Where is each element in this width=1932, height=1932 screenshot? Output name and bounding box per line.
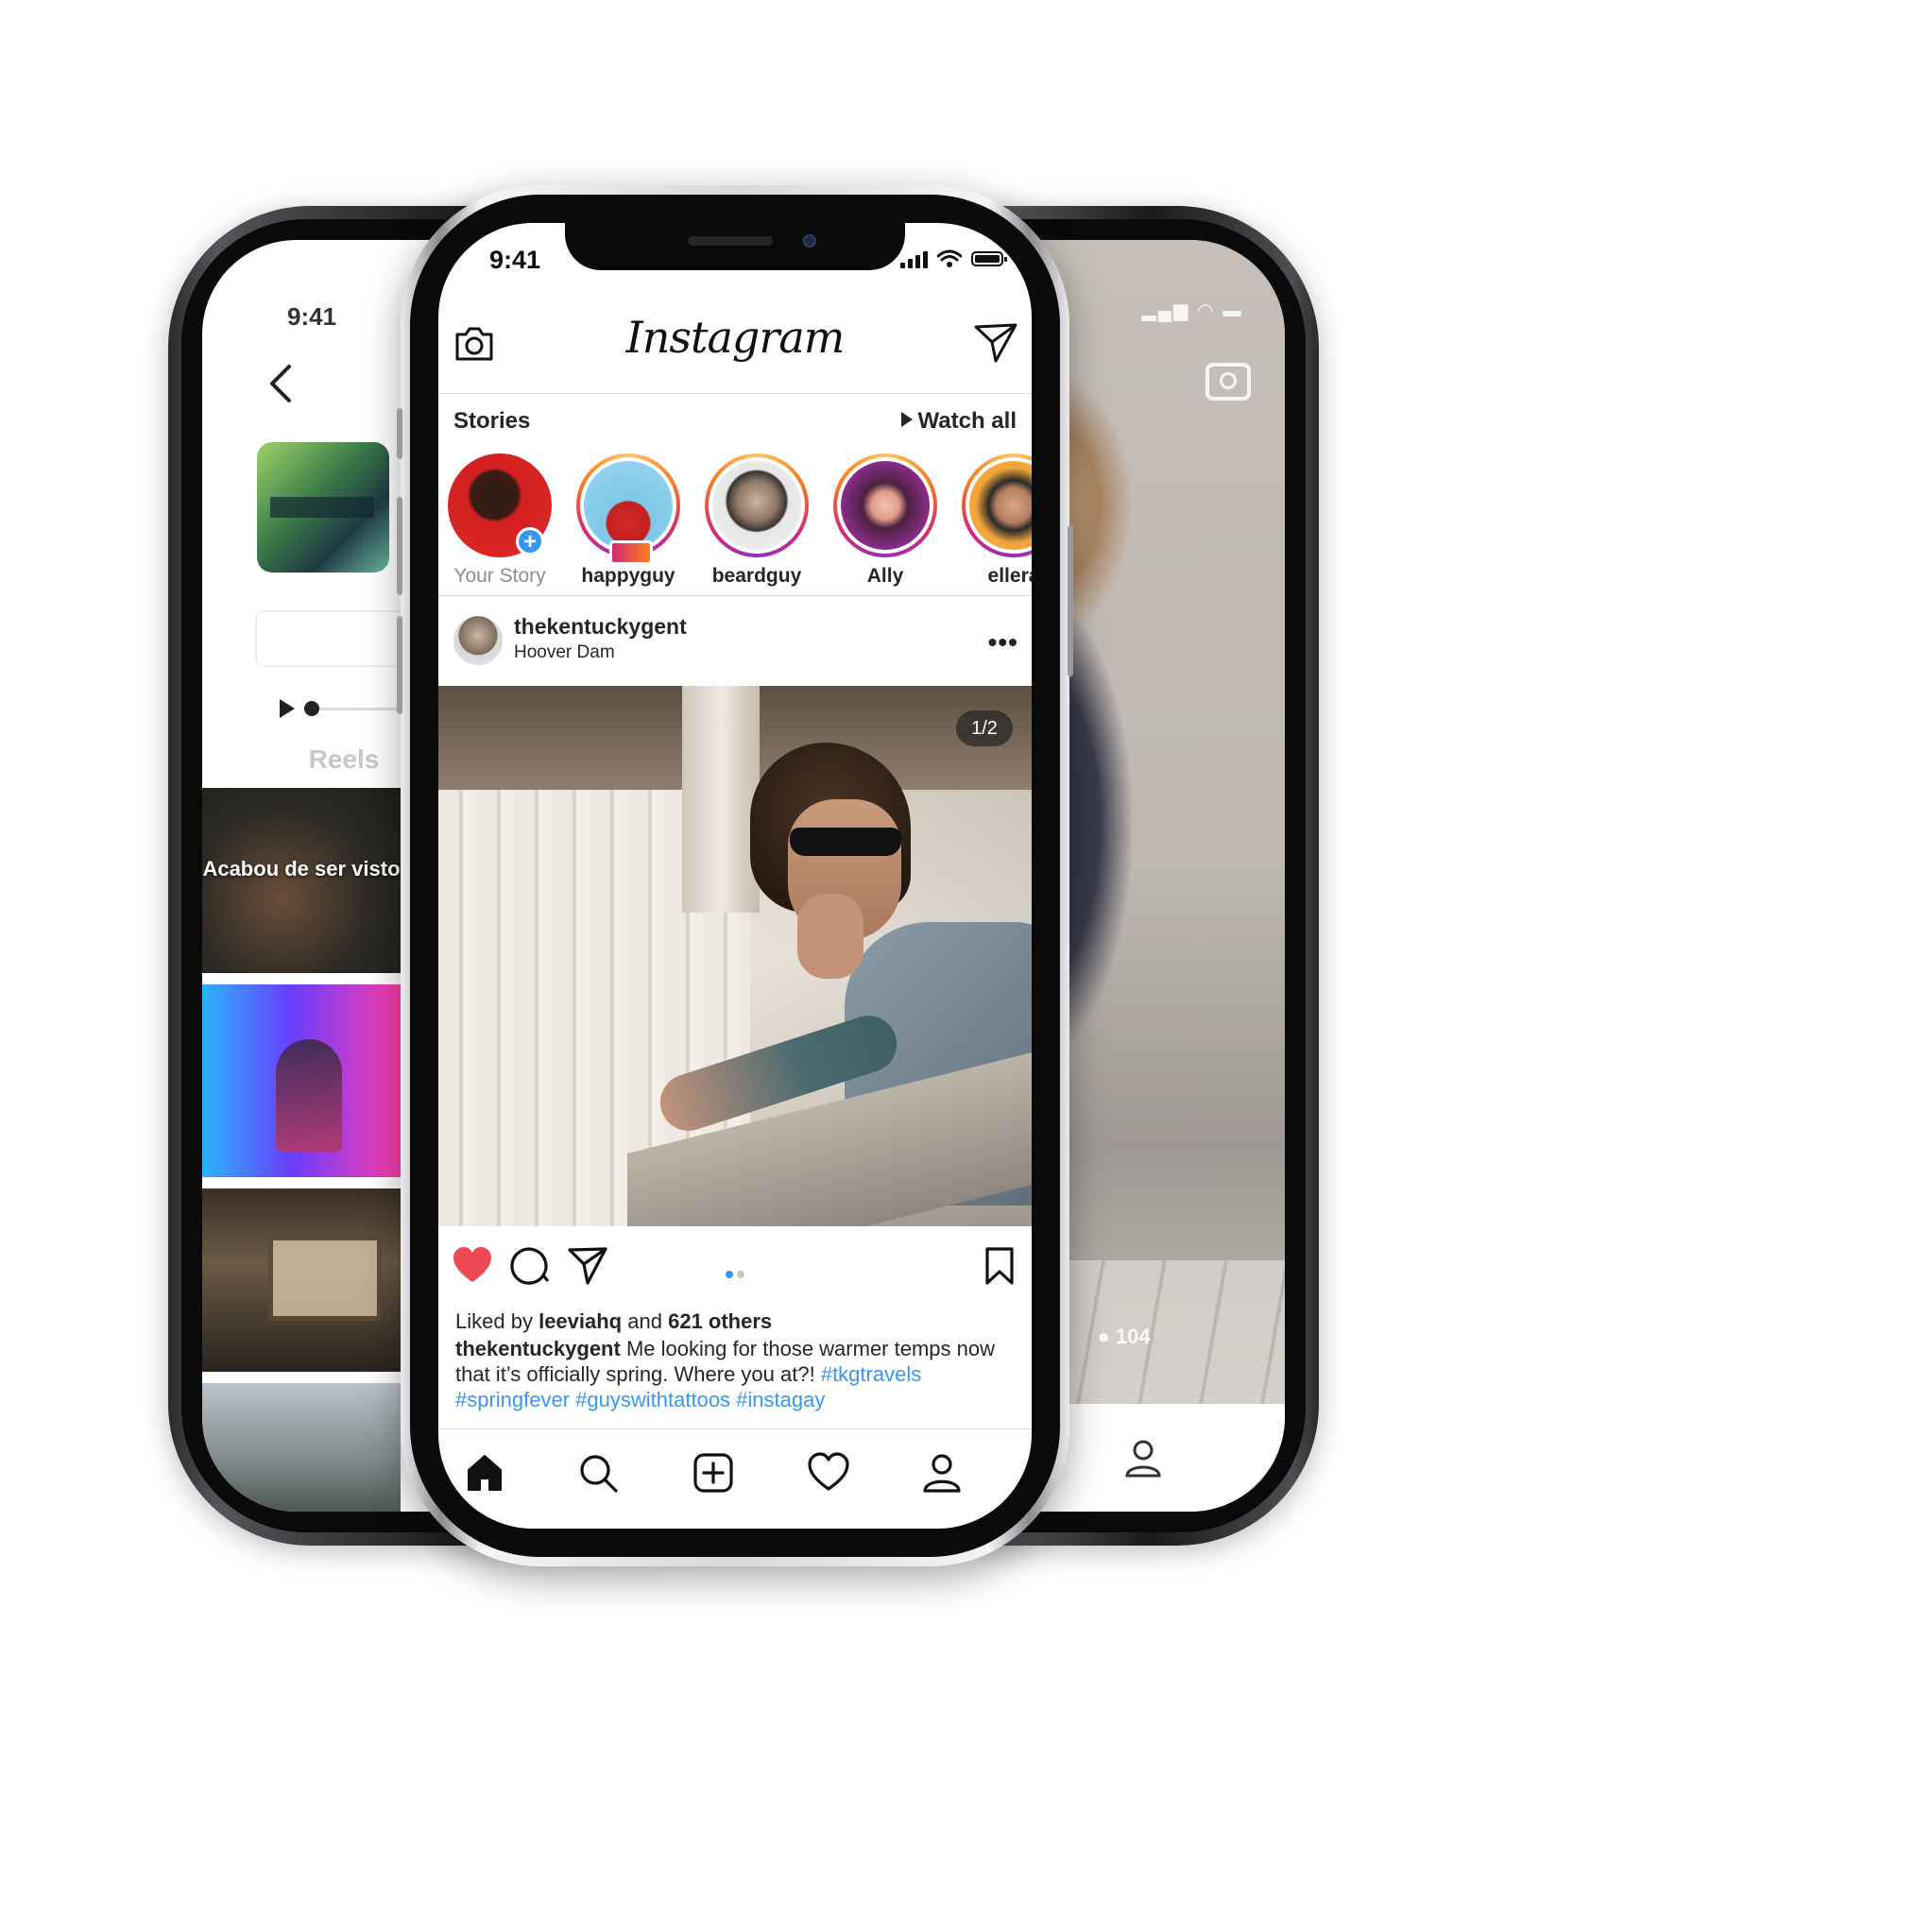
volume-down-button — [397, 616, 402, 714]
caption-username[interactable]: thekentuckygent — [455, 1337, 621, 1360]
ally-avatar — [841, 461, 930, 550]
story-name: ellera — [987, 565, 1032, 587]
story-ring — [576, 453, 680, 565]
ellera-avatar — [969, 461, 1032, 550]
notch — [565, 223, 905, 270]
liked-by-user[interactable]: leeviahq — [539, 1309, 622, 1333]
liked-by-and: and — [627, 1309, 662, 1333]
search-icon[interactable] — [576, 1451, 620, 1495]
story-ellera[interactable]: ellera — [952, 453, 1032, 588]
reel-comment-count-wrap: ● 104 — [1097, 1325, 1151, 1348]
bookmark-icon[interactable] — [979, 1245, 1020, 1287]
carousel-dots — [438, 1266, 1032, 1283]
live-badge — [609, 540, 653, 565]
silent-switch — [397, 408, 402, 459]
photo-sunglasses — [790, 828, 901, 856]
reel-overlay-text: Acabou de ser visto — [202, 857, 401, 881]
speaker-grille — [688, 236, 773, 246]
photo-dam-tower — [682, 686, 760, 913]
reel-camera-icon[interactable] — [1205, 363, 1251, 401]
power-button — [1068, 525, 1073, 676]
more-options-icon[interactable]: ••• — [988, 627, 1018, 658]
stories-tray: + Your Story happyguy beardguy Ally elle… — [438, 453, 1032, 596]
happyguy-avatar — [584, 461, 673, 550]
app-header: Instagram — [438, 295, 1032, 394]
story-name: happyguy — [581, 565, 675, 587]
beardguy-avatar — [712, 461, 801, 550]
carousel-counter: 1/2 — [956, 710, 1013, 746]
bottom-tab-bar — [438, 1430, 1032, 1515]
stories-label: Stories — [453, 408, 531, 434]
battery-icon — [971, 251, 1007, 266]
left-status-time: 9:41 — [287, 302, 337, 331]
story-your-story[interactable]: + Your Story — [438, 453, 561, 588]
likes-line: Liked by leeviahq and 621 others — [455, 1309, 772, 1334]
liked-by-prefix: Liked by — [455, 1309, 533, 1333]
paper-plane-icon[interactable] — [973, 321, 1018, 365]
right-status-icons: ▂▄▆ ◠ ▬ — [1141, 300, 1243, 321]
story-name: Your Story — [453, 565, 546, 587]
story-name: Ally — [866, 565, 904, 587]
story-happyguy[interactable]: happyguy — [567, 453, 690, 588]
story-ally[interactable]: Ally — [824, 453, 947, 588]
story-ring — [705, 453, 809, 557]
home-icon[interactable] — [463, 1451, 506, 1495]
tabbar-divider — [438, 1428, 1032, 1429]
reel-thumbnail[interactable] — [202, 1383, 401, 1512]
profile-icon[interactable] — [1122, 1438, 1164, 1479]
instagram-logo: Instagram — [625, 312, 846, 363]
status-icons — [900, 249, 1007, 268]
add-story-plus-icon[interactable]: + — [516, 527, 544, 556]
post-photo[interactable]: 1/2 — [438, 686, 1032, 1226]
profile-icon[interactable] — [920, 1451, 964, 1495]
story-ring — [962, 453, 1032, 557]
add-post-icon[interactable] — [692, 1451, 735, 1495]
story-beardguy[interactable]: beardguy — [695, 453, 818, 588]
main-phone: 9:41 Instagram Stories Watch all + Your … — [397, 185, 1073, 1566]
post-caption: thekentuckygent Me looking for those war… — [455, 1336, 1007, 1412]
watch-all-label: Watch all — [917, 408, 1017, 434]
story-ring: + — [448, 453, 552, 557]
post-actions — [438, 1238, 1032, 1294]
status-time: 9:41 — [489, 246, 541, 274]
audio-progress-handle[interactable] — [304, 701, 319, 716]
reel-comment-count: 104 — [1115, 1325, 1151, 1348]
post-author-avatar[interactable] — [453, 616, 503, 665]
carousel-dot — [726, 1271, 733, 1278]
reel-thumbnail[interactable]: Acabou de ser visto — [202, 788, 401, 973]
play-icon — [900, 412, 913, 427]
photo-hand — [797, 894, 863, 979]
volume-up-button — [397, 497, 402, 595]
stories-header: Stories Watch all — [453, 408, 1017, 440]
reel-thumbnail[interactable] — [202, 1188, 401, 1372]
story-ring — [833, 453, 937, 557]
story-name: beardguy — [711, 565, 802, 587]
cellular-signal-icon — [900, 249, 928, 268]
watch-all-button[interactable]: Watch all — [900, 408, 1017, 435]
wifi-icon — [937, 249, 962, 267]
carousel-dot — [737, 1271, 744, 1278]
post-username[interactable]: thekentuckygent — [514, 614, 687, 640]
instagram-screen: 9:41 Instagram Stories Watch all + Your … — [438, 223, 1032, 1529]
post-header: thekentuckygent Hoover Dam ••• — [438, 608, 1032, 678]
post-location[interactable]: Hoover Dam — [514, 642, 615, 663]
liked-by-others[interactable]: 621 others — [668, 1309, 772, 1333]
activity-heart-icon[interactable] — [807, 1451, 850, 1495]
back-arrow-icon[interactable] — [266, 363, 295, 404]
audio-cover-art[interactable] — [257, 442, 389, 573]
front-camera — [803, 234, 816, 248]
play-icon[interactable] — [280, 699, 295, 718]
reel-thumbnail[interactable] — [202, 984, 401, 1177]
